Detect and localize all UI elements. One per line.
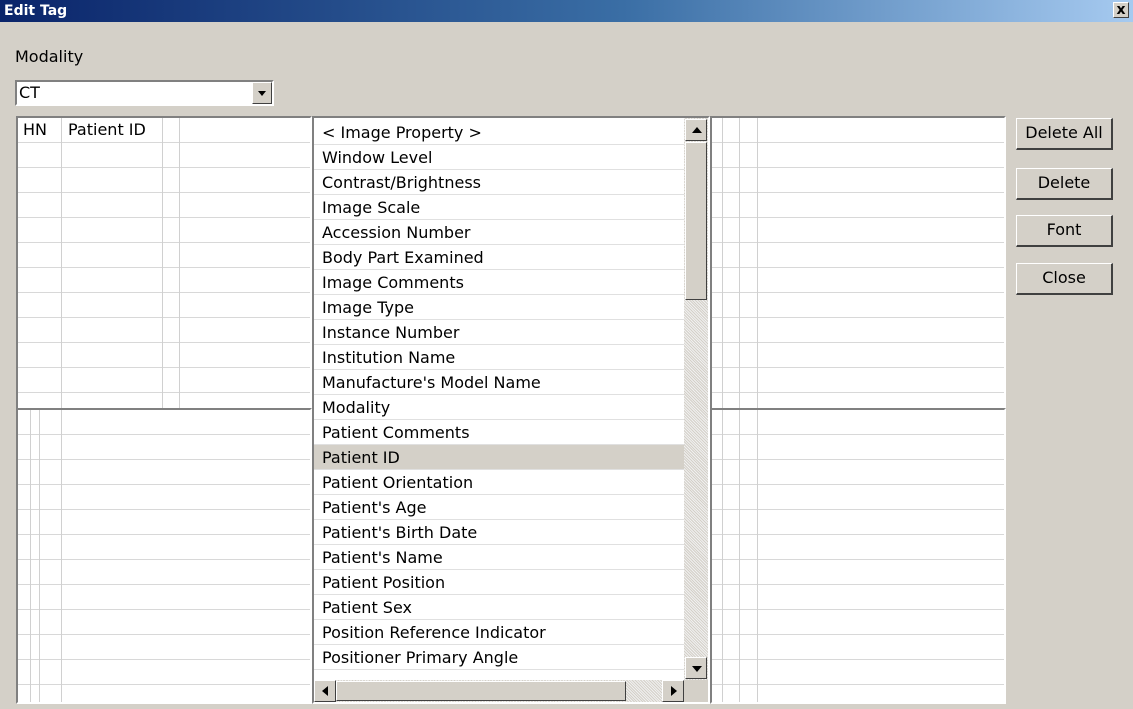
list-item[interactable]: Accession Number	[314, 220, 684, 245]
list-item[interactable]: Institution Name	[314, 345, 684, 370]
font-button[interactable]: Font	[1016, 215, 1113, 247]
scroll-right-button[interactable]	[662, 680, 684, 702]
list-item[interactable]: Instance Number	[314, 320, 684, 345]
title-bar: Edit Tag x	[0, 0, 1133, 22]
list-item[interactable]: Patient Orientation	[314, 470, 684, 495]
arrow-down-icon	[692, 666, 702, 672]
grid-divider	[30, 410, 31, 702]
list-item[interactable]: Patient's Name	[314, 545, 684, 570]
tag-grid-top[interactable]	[710, 116, 1006, 410]
list-item[interactable]: Image Scale	[314, 195, 684, 220]
tag-grid-bottom[interactable]	[710, 408, 1006, 704]
scrollbar-thumb[interactable]	[685, 142, 707, 300]
scroll-up-button[interactable]	[685, 119, 707, 141]
close-window-button[interactable]: x	[1113, 2, 1129, 18]
grid-divider	[757, 410, 758, 702]
close-button[interactable]: Close	[1016, 263, 1113, 295]
grid-divider	[722, 410, 723, 702]
list-item[interactable]: Body Part Examined	[314, 245, 684, 270]
patient-grid-top[interactable]: HN Patient ID	[16, 116, 312, 410]
list-item[interactable]: Contrast/Brightness	[314, 170, 684, 195]
image-property-list[interactable]: < Image Property > Window Level Contrast…	[312, 116, 710, 704]
delete-button[interactable]: Delete	[1016, 168, 1113, 200]
column-header-hn[interactable]: HN	[23, 120, 47, 139]
vertical-scrollbar[interactable]	[684, 118, 708, 680]
grid-divider	[162, 118, 163, 408]
grid-lines	[712, 118, 1004, 408]
grid-divider	[739, 410, 740, 702]
chevron-down-icon	[258, 91, 266, 96]
list-item[interactable]: Modality	[314, 395, 684, 420]
list-item[interactable]: Image Comments	[314, 270, 684, 295]
list-item[interactable]: Patient Position	[314, 570, 684, 595]
window-title: Edit Tag	[4, 3, 68, 19]
horizontal-scrollbar[interactable]	[314, 680, 684, 702]
patient-grid-bottom[interactable]	[16, 408, 312, 704]
list-item[interactable]: Position Reference Indicator	[314, 620, 684, 645]
delete-all-button[interactable]: Delete All	[1016, 118, 1113, 150]
scroll-down-button[interactable]	[685, 657, 707, 679]
list-item[interactable]: Image Type	[314, 295, 684, 320]
list-item[interactable]: Patient's Age	[314, 495, 684, 520]
grid-lines	[712, 410, 1004, 702]
property-list-items: < Image Property > Window Level Contrast…	[314, 120, 684, 670]
arrow-left-icon	[322, 686, 328, 696]
grid-divider	[39, 410, 40, 702]
list-item[interactable]: Patient Comments	[314, 420, 684, 445]
modality-label: Modality	[15, 47, 84, 66]
list-item-selected[interactable]: Patient ID	[314, 445, 684, 470]
grid-divider	[757, 118, 758, 408]
arrow-up-icon	[692, 127, 702, 133]
horizontal-scrollbar-thumb[interactable]	[336, 681, 626, 701]
grid-divider	[722, 118, 723, 408]
column-header-patient-id[interactable]: Patient ID	[68, 120, 146, 139]
grid-divider	[61, 118, 62, 408]
list-item[interactable]: Manufacture's Model Name	[314, 370, 684, 395]
dropdown-arrow-button[interactable]	[252, 82, 272, 104]
scroll-left-button[interactable]	[314, 680, 336, 702]
grid-divider	[61, 410, 62, 702]
list-item[interactable]: < Image Property >	[314, 120, 684, 145]
modality-dropdown[interactable]: CT	[15, 80, 274, 106]
close-icon: x	[1116, 2, 1126, 18]
grid-divider	[179, 118, 180, 408]
grid-divider	[739, 118, 740, 408]
arrow-right-icon	[671, 686, 677, 696]
scrollbar-corner	[684, 680, 708, 702]
list-item[interactable]: Window Level	[314, 145, 684, 170]
list-item[interactable]: Positioner Primary Angle	[314, 645, 684, 670]
list-item[interactable]: Patient Sex	[314, 595, 684, 620]
modality-value: CT	[19, 83, 40, 102]
list-item[interactable]: Patient's Birth Date	[314, 520, 684, 545]
